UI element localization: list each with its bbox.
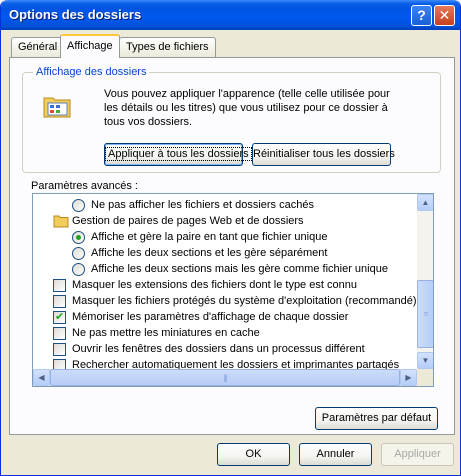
chevron-down-icon[interactable]: ▼ [417,352,433,369]
checkbox[interactable] [53,327,66,340]
folder-view-description: Vous pouvez appliquer l'apparence (telle… [104,88,390,128]
checkbox[interactable] [53,279,66,292]
reset-all-folders-button[interactable]: Réinitialiser tous les dossiers [252,143,395,166]
title-bar[interactable]: Options des dossiers ? ✕ [1,0,460,30]
settings-item[interactable]: Affiche les deux sections et les gère sé… [33,245,417,261]
apply-button[interactable]: Appliquer [381,443,454,466]
tab-label: Types de fichiers [126,41,209,53]
radio-button[interactable] [72,231,85,244]
radio-button[interactable] [72,263,85,276]
settings-item[interactable]: Ne pas afficher les fichiers et dossiers… [33,197,417,213]
folder-view-icon [43,97,71,118]
settings-item-label: Ne pas afficher les fichiers et dossiers… [91,199,314,211]
tab-types-de-fichiers[interactable]: Types de fichiers [119,37,216,57]
restore-defaults-button[interactable]: Paramètres par défaut [315,407,438,430]
tab-label: Affichage [67,40,113,52]
advanced-settings-label: Paramètres avancés : [31,180,138,192]
chevron-right-icon[interactable]: ▶ [400,369,417,386]
vertical-scrollbar[interactable]: ▲ ≡ ▼ [417,194,433,369]
advanced-settings-list[interactable]: Ne pas afficher les fichiers et dossiers… [32,193,434,387]
apply-to-all-folders-button[interactable]: Appliquer à tous les dossiers [104,143,252,166]
settings-item[interactable]: Mémoriser les paramètres d'affichage de … [33,309,417,325]
folder-icon [53,215,69,228]
radio-button[interactable] [72,199,85,212]
settings-item-label: Mémoriser les paramètres d'affichage de … [72,311,349,323]
tab-label: Général [18,41,58,53]
vertical-scroll-thumb[interactable]: ≡ [417,280,433,348]
grip-icon: ||| [223,373,227,382]
folder-options-dialog: Options des dossiers ? ✕ Général Afficha… [0,0,461,476]
settings-item[interactable]: Ne pas mettre les miniatures en cache [33,325,417,341]
settings-item-label: Affiche et gère la paire en tant que fic… [91,231,328,243]
window-title: Options des dossiers [9,7,142,22]
settings-item-label: Affiche les deux sections mais les gère … [91,263,388,275]
checkbox[interactable] [53,343,66,356]
button-label: Appliquer à tous les dossiers [105,147,252,161]
horizontal-scrollbar[interactable]: ◀ ||| ▶ [33,369,417,386]
settings-item: Gestion de paires de pages Web et de dos… [33,213,417,229]
settings-item[interactable]: Ouvrir les fenêtres des dossiers dans un… [33,341,417,357]
settings-item-label: Gestion de paires de pages Web et de dos… [72,215,304,227]
chevron-up-icon[interactable]: ▲ [417,194,433,211]
button-label: Appliquer [394,448,441,460]
settings-item[interactable]: Masquer les extensions des fichiers dont… [33,277,417,293]
horizontal-scroll-thumb[interactable]: ||| [50,369,400,386]
settings-item-label: Ne pas mettre les miniatures en cache [72,327,260,339]
button-label: Réinitialiser tous les dossiers [253,148,395,160]
settings-item[interactable]: Affiche les deux sections mais les gère … [33,261,417,277]
button-label: Annuler [316,448,355,460]
settings-item-label: Masquer les extensions des fichiers dont… [72,279,357,291]
checkbox[interactable] [53,295,66,308]
folder-view-group-label: Affichage des dossiers [33,66,150,78]
tab-general[interactable]: Général [11,37,65,57]
settings-item[interactable]: Affiche et gère la paire en tant que fic… [33,229,417,245]
ok-button[interactable]: OK [217,443,290,466]
settings-item-label: Masquer les fichiers protégés du système… [72,295,417,307]
tab-affichage[interactable]: Affichage [60,34,120,58]
settings-item[interactable]: Masquer les fichiers protégés du système… [33,293,417,309]
radio-button[interactable] [72,247,85,260]
cancel-button[interactable]: Annuler [299,443,372,466]
close-icon[interactable]: ✕ [434,5,455,26]
settings-item-label: Ouvrir les fenêtres des dossiers dans un… [72,343,365,355]
help-icon[interactable]: ? [411,5,432,26]
button-label: Paramètres par défaut [321,412,432,424]
scrollbar-corner [417,369,433,386]
settings-item-label: Affiche les deux sections et les gère sé… [91,247,328,259]
button-label: OK [245,448,262,460]
checkbox[interactable] [53,309,66,325]
grip-icon: ≡ [423,309,429,319]
chevron-left-icon[interactable]: ◀ [33,369,50,386]
